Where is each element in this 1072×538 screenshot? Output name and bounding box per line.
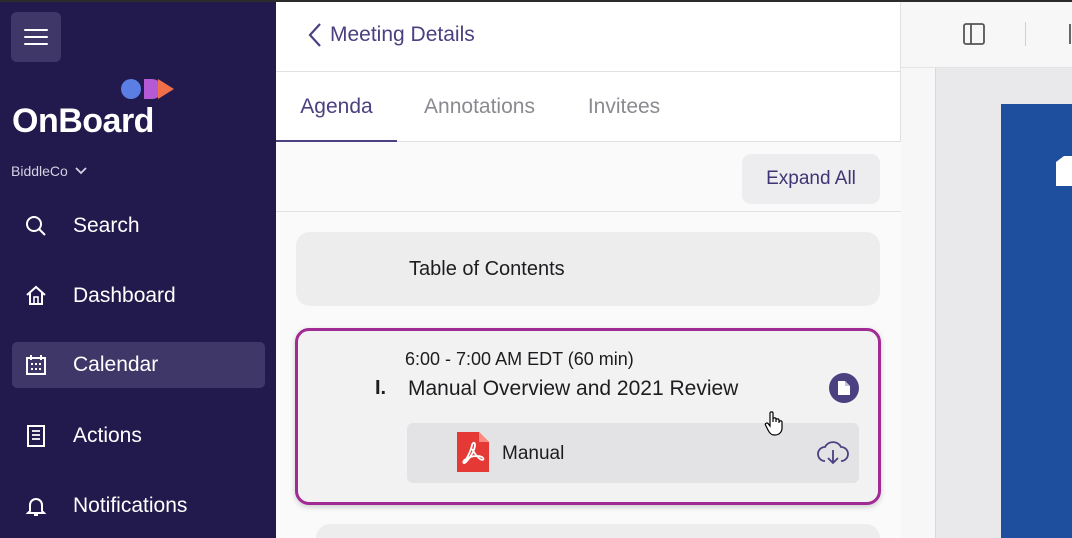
panel-header: Meeting Details — [276, 0, 901, 72]
sidebar-item-calendar[interactable]: Calendar — [12, 342, 265, 388]
bell-icon — [24, 494, 48, 518]
tab-label: Annotations — [424, 95, 535, 118]
sidebar-item-dashboard[interactable]: Dashboard — [12, 273, 265, 319]
toolbar-tool-icon[interactable] — [1068, 22, 1072, 46]
sidebar-item-label: Actions — [73, 424, 142, 447]
onboard-logo: OnBoard — [12, 76, 182, 138]
toolbar-divider — [1025, 22, 1026, 46]
agenda-list: Table of Contents 6:00 - 7:00 AM EDT (60… — [276, 212, 901, 538]
back-button[interactable]: Meeting Details — [308, 22, 475, 48]
hamburger-menu-button[interactable] — [11, 12, 61, 62]
tab-agenda[interactable]: Agenda — [276, 72, 397, 143]
document-canvas — [935, 68, 1072, 538]
table-of-contents-label: Table of Contents — [409, 258, 565, 280]
hamburger-icon-bar — [24, 43, 48, 45]
search-icon — [24, 214, 48, 238]
organization-name: BiddleCo — [11, 163, 68, 179]
agenda-item-time: 6:00 - 7:00 AM EDT (60 min) — [405, 349, 634, 369]
back-button-label: Meeting Details — [330, 23, 475, 46]
home-icon — [24, 284, 48, 308]
logo-mark-icon — [121, 79, 174, 99]
sidebar-item-actions[interactable]: Actions — [12, 413, 265, 459]
window-top-edge — [0, 0, 1072, 2]
hand-cursor-icon — [764, 411, 783, 436]
organization-switcher[interactable]: BiddleCo — [11, 163, 88, 179]
sidebar-item-label: Notifications — [73, 494, 188, 517]
hamburger-icon — [24, 29, 48, 31]
document-icon[interactable] — [829, 373, 859, 403]
cloud-download-icon[interactable] — [817, 439, 849, 467]
document-viewer — [901, 0, 1072, 538]
document-logo-icon — [1056, 156, 1072, 186]
sidebar-item-search[interactable]: Search — [12, 203, 265, 249]
table-of-contents-item[interactable]: Table of Contents — [296, 232, 880, 306]
sidebar-item-label: Dashboard — [73, 284, 176, 307]
agenda-item-card[interactable]: 6:00 - 7:00 AM EDT (60 min) I. Manual Ov… — [295, 328, 881, 505]
agenda-toolbar: Expand All — [276, 142, 901, 212]
attachment-manual[interactable]: Manual — [407, 423, 859, 483]
pdf-icon — [457, 432, 489, 472]
list-icon — [24, 424, 48, 448]
tab-annotations[interactable]: Annotations — [413, 72, 546, 142]
expand-all-button[interactable]: Expand All — [742, 154, 880, 204]
meeting-details-panel: Meeting Details Agenda Annotations Invit… — [276, 0, 901, 538]
document-icon-glyph — [838, 381, 850, 395]
sidebar-item-label: Calendar — [73, 353, 159, 376]
agenda-item-number: I. — [375, 377, 387, 399]
next-agenda-item[interactable] — [316, 524, 880, 538]
agenda-item-title[interactable]: Manual Overview and 2021 Review — [408, 377, 738, 401]
meeting-tabs: Agenda Annotations Invitees — [276, 72, 901, 143]
chevron-down-icon — [75, 167, 87, 175]
sidebar: OnBoard BiddleCo Search Dashboard Calend… — [0, 0, 276, 538]
tab-label: Agenda — [300, 95, 373, 118]
sidebar-item-notifications[interactable]: Notifications — [12, 483, 265, 529]
tab-invitees[interactable]: Invitees — [576, 72, 672, 142]
document-page — [1001, 104, 1072, 538]
viewer-toolbar — [901, 0, 1072, 68]
sidebar-item-label: Search — [73, 214, 140, 237]
chevron-left-icon — [308, 23, 321, 47]
logo-text: OnBoard — [12, 102, 154, 140]
hamburger-icon-bar — [24, 36, 48, 38]
sidebar-toggle-icon[interactable] — [962, 22, 986, 46]
attachment-label: Manual — [502, 443, 565, 464]
tab-label: Invitees — [587, 95, 661, 118]
calendar-icon — [24, 353, 48, 377]
